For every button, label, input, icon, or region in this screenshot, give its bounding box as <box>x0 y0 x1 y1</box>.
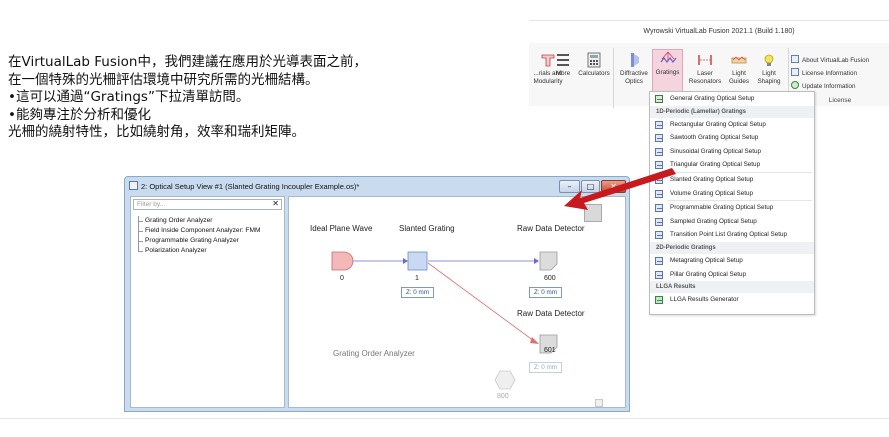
menu-item-transition-point[interactable]: Transition Point List Grating Optical Se… <box>650 228 814 242</box>
optical-setup-icon <box>655 231 663 240</box>
tree-item-grating-order-analyzer[interactable]: Grating Order Analyzer <box>135 216 260 226</box>
calculators-button[interactable]: Calculators <box>577 51 611 93</box>
menu-header-llga: LLGA Results <box>650 281 814 294</box>
grating-z-position[interactable]: Z: 0 mm <box>401 287 434 298</box>
gratings-button[interactable]: Gratings <box>652 49 683 95</box>
light-guides-button[interactable]: Light Guides <box>725 51 753 93</box>
license-icon <box>791 68 799 76</box>
optical-setup-icon <box>655 256 663 265</box>
grating-label: Slanted Grating <box>399 224 455 233</box>
menu-item-llga-generator[interactable]: LLGA Results Generator <box>650 293 814 307</box>
source-label: Ideal Plane Wave <box>310 224 373 233</box>
detector-600-z-position[interactable]: Z: 0 mm <box>529 287 562 298</box>
menu-header-2d: 2D-Periodic Gratings <box>650 241 814 254</box>
more-icon <box>557 54 569 66</box>
menu-item-pillar[interactable]: Pillar Grating Optical Setup <box>650 268 814 282</box>
grating-id: 1 <box>415 275 419 282</box>
slanted-grating-node[interactable] <box>407 251 428 271</box>
menu-item-general-grating[interactable]: General Grating Optical Setup <box>650 92 814 106</box>
optical-setup-icon <box>655 270 663 279</box>
intro-line: 在VirtualLab Fusion中，我們建議在應用於光導表面之前， <box>8 54 367 70</box>
about-label: About VirtualLab Fusion <box>802 57 870 64</box>
optical-setup-icon <box>655 134 663 143</box>
license-info-button[interactable]: License Information <box>791 68 889 81</box>
more-label: More <box>555 70 571 77</box>
optical-setup-icon <box>655 120 663 129</box>
menu-header-1d: 1D-Periodic (Lamellar) Gratings <box>650 105 814 118</box>
llga-icon <box>655 296 663 305</box>
detector-601-id: 601 <box>544 347 556 354</box>
calculator-icon <box>587 52 601 68</box>
tree-item-field-inside-component[interactable]: Field Inside Component Analyzer: FMM <box>135 226 260 236</box>
about-icon <box>791 55 799 63</box>
update-icon <box>791 81 799 89</box>
menu-item-metagrating[interactable]: Metagrating Optical Setup <box>650 254 814 268</box>
laser-resonators-label: Laser Resonators <box>688 70 722 85</box>
optical-setup-canvas[interactable]: Ideal Plane Wave 0 Slanted Grating 1 Z: … <box>288 196 626 408</box>
intro-bullet: •這可以通過“Gratings”下拉清單訪問。 <box>8 89 250 105</box>
diffractive-optics-button[interactable]: Diffractive Optics <box>617 51 651 93</box>
gratings-label: Gratings <box>655 69 680 76</box>
analyzer-panel: Filter by... ✕ Grating Order Analyzer Fie… <box>130 196 285 408</box>
intro-bullet: •能夠專注於分析和優化 <box>8 106 151 123</box>
laser-resonator-icon <box>698 55 712 65</box>
link-arrowhead <box>534 258 539 264</box>
detector-600-label: Raw Data Detector <box>517 224 585 233</box>
light-guides-label: Light Guides <box>729 70 749 85</box>
raw-data-detector-600-node[interactable] <box>539 251 558 271</box>
tree-item-polarization-analyzer[interactable]: Polarization Analyzer <box>135 246 260 256</box>
menu-item-rectangular[interactable]: Rectangular Grating Optical Setup <box>650 118 814 132</box>
more-button[interactable]: More <box>549 51 577 93</box>
ribbon-divider <box>613 48 614 108</box>
menu-item-sawtooth[interactable]: Sawtooth Grating Optical Setup <box>650 131 814 145</box>
source-id: 0 <box>340 275 344 282</box>
light-shaping-button[interactable]: Light Shaping <box>754 51 784 93</box>
menu-item-sinusoidal[interactable]: Sinusoidal Grating Optical Setup <box>650 145 814 159</box>
diffractive-optics-icon <box>631 53 639 67</box>
ideal-plane-wave-node[interactable] <box>331 251 354 271</box>
light-shaping-label: Light Shaping <box>757 70 781 85</box>
highlight-arrow-icon <box>564 168 676 210</box>
detector-601-label: Raw Data Detector <box>517 309 585 318</box>
license-info-label: License Information <box>802 70 857 77</box>
analyzer-id: 800 <box>497 393 509 400</box>
optical-setup-icon <box>655 147 663 156</box>
window-title: 2: Optical Setup View #1 (Slanted Gratin… <box>129 181 359 191</box>
optical-setup-window: 2: Optical Setup View #1 (Slanted Gratin… <box>124 176 630 412</box>
update-info-label: Update Information <box>802 83 856 90</box>
intro-text: 在VirtualLab Fusion中，我們建議在應用於光導表面之前， 在一個特… <box>8 54 478 142</box>
detector-600-id: 600 <box>544 275 556 282</box>
intro-line: 在一個特殊的光柵評估環境中研究所需的光柵結構。 <box>8 71 319 88</box>
calculators-label: Calculators <box>578 70 610 77</box>
link-grating-detector601 <box>427 262 535 342</box>
link-arrowhead <box>530 337 539 344</box>
detector-601-z-position[interactable]: Z: 0 mm <box>529 362 562 373</box>
app-title: Wyrowski VirtualLab Fusion 2021.1 (Build… <box>529 21 889 43</box>
grating-order-analyzer-node[interactable] <box>494 370 516 390</box>
link-arrowhead <box>403 258 408 264</box>
tree-item-programmable-grating-analyzer[interactable]: Programmable Grating Analyzer <box>135 236 260 246</box>
slide-divider <box>0 418 889 419</box>
analyzer-tree: Grating Order Analyzer Field Inside Comp… <box>135 216 260 256</box>
gratings-icon <box>660 51 676 63</box>
laser-resonators-button[interactable]: Laser Resonators <box>687 51 723 93</box>
intro-line: 光柵的繞射特性，比如繞射角，效率和瑞利矩陣。 <box>8 124 305 140</box>
clear-filter-icon[interactable]: ✕ <box>272 199 279 208</box>
about-button[interactable]: About VirtualLab Fusion <box>791 55 889 68</box>
light-shaping-icon <box>764 54 774 66</box>
filter-input[interactable]: Filter by... ✕ <box>133 199 282 210</box>
optical-setup-icon <box>655 95 663 103</box>
diffractive-optics-label: Diffractive Optics <box>620 70 648 85</box>
resize-grip-icon[interactable] <box>595 399 603 407</box>
analyzer-label: Grating Order Analyzer <box>333 349 415 358</box>
setup-view-icon <box>129 181 138 190</box>
light-guide-icon <box>731 56 747 64</box>
license-group: About VirtualLab Fusion License Informat… <box>791 55 889 94</box>
